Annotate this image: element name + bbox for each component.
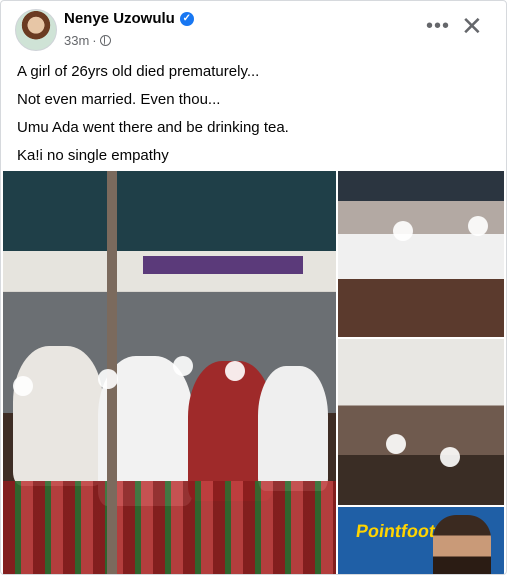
post-text: A girl of 26yrs old died prematurely... … xyxy=(17,61,487,173)
close-icon[interactable]: ✕ xyxy=(461,13,483,39)
wrapper-cloth xyxy=(3,481,336,574)
facebook-post-card: Nenye Uzowulu ✓ 33m · ••• ✕ A girl of 26… xyxy=(0,0,507,575)
blurred-face xyxy=(173,356,193,376)
blurred-face xyxy=(98,369,118,389)
photo-bottom-right[interactable]: Pointfoot EXIT xyxy=(338,507,504,574)
author-name[interactable]: Nenye Uzowulu xyxy=(64,10,175,27)
blurred-face xyxy=(13,376,33,396)
photo-top-right[interactable] xyxy=(338,171,504,337)
decor-ribbon xyxy=(143,256,303,274)
blurred-face xyxy=(440,447,460,467)
post-header: Nenye Uzowulu ✓ 33m · ••• ✕ xyxy=(1,1,506,57)
author-row: Nenye Uzowulu ✓ xyxy=(64,10,194,27)
more-options-icon[interactable]: ••• xyxy=(426,16,450,36)
seated-woman xyxy=(258,366,328,491)
canopy xyxy=(3,171,336,251)
post-time[interactable]: 33m xyxy=(64,33,89,48)
blurred-face xyxy=(386,434,406,454)
post-text-line: A girl of 26yrs old died prematurely... xyxy=(17,63,260,80)
seated-woman xyxy=(13,346,103,486)
verified-badge-icon: ✓ xyxy=(179,11,194,26)
photo-middle-right[interactable] xyxy=(338,339,504,505)
avatar[interactable] xyxy=(15,9,57,51)
photo-main[interactable] xyxy=(3,171,336,574)
post-meta: 33m · xyxy=(64,33,111,48)
post-text-line: Umu Ada went there and be drinking tea. xyxy=(17,119,289,136)
photo-grid: Pointfoot EXIT xyxy=(3,171,504,574)
exit-sign: Pointfoot EXIT xyxy=(338,507,504,574)
blurred-face xyxy=(468,216,488,236)
meta-separator: · xyxy=(92,33,97,48)
blurred-face xyxy=(225,361,245,381)
post-text-line: Ka!i no single empathy xyxy=(17,147,169,164)
globe-icon xyxy=(99,35,111,46)
blurred-face xyxy=(393,221,413,241)
portrait-image xyxy=(433,515,491,574)
post-text-line: Not even married. Even thou... xyxy=(17,91,221,108)
